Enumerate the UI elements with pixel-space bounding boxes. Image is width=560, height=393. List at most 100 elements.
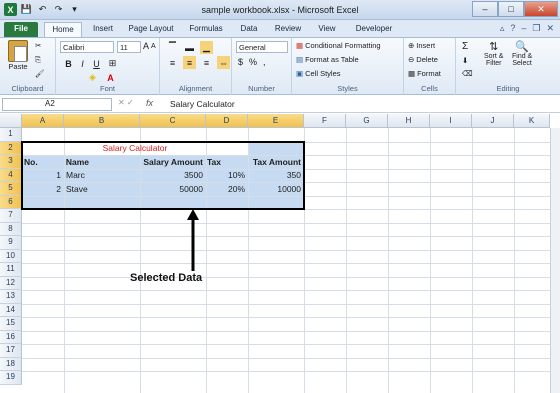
grow-font-button[interactable]: A bbox=[143, 41, 149, 51]
font-size-select[interactable]: 11 bbox=[117, 41, 141, 53]
currency-button[interactable]: $ bbox=[238, 57, 243, 67]
fill-color-icon[interactable]: ◈ bbox=[86, 71, 99, 84]
format-cells-button[interactable]: ▦ Format bbox=[408, 69, 441, 78]
fill-icon[interactable]: ⬇ bbox=[462, 56, 468, 65]
horizontal-align-buttons: ≡ ≡ ≡ ⇔ bbox=[166, 56, 230, 69]
row-header-17[interactable]: 17 bbox=[0, 344, 22, 358]
sort-label: Sort & bbox=[484, 53, 504, 60]
delete-cells-button[interactable]: ⊖ Delete bbox=[408, 55, 438, 64]
align-left-icon[interactable]: ≡ bbox=[166, 56, 179, 69]
format-cells-icon: ▦ bbox=[408, 69, 416, 78]
tab-view[interactable]: View bbox=[312, 22, 342, 37]
column-header-c[interactable]: C bbox=[140, 114, 206, 128]
comma-button[interactable]: , bbox=[263, 57, 266, 67]
tab-file[interactable]: File bbox=[4, 22, 38, 37]
percent-button[interactable]: % bbox=[249, 57, 257, 67]
paste-button[interactable]: Paste bbox=[6, 40, 30, 82]
format-as-table-button[interactable]: ▤ Format as Table bbox=[296, 55, 359, 64]
conditional-formatting-label: Conditional Formatting bbox=[305, 41, 381, 50]
font-name-select[interactable]: Calibri bbox=[60, 41, 114, 53]
row-header-4[interactable]: 4 bbox=[0, 168, 22, 182]
align-right-icon[interactable]: ≡ bbox=[200, 56, 213, 69]
select-all-corner[interactable] bbox=[0, 114, 22, 128]
format-painter-icon[interactable]: 🖌 bbox=[35, 69, 45, 78]
row-header-14[interactable]: 14 bbox=[0, 303, 22, 317]
column-header-f[interactable]: F bbox=[304, 114, 346, 128]
column-header-h[interactable]: H bbox=[388, 114, 430, 128]
row-header-13[interactable]: 13 bbox=[0, 290, 22, 304]
border-icon[interactable]: ⊞ bbox=[106, 57, 119, 70]
row-header-5[interactable]: 5 bbox=[0, 182, 22, 196]
row-header-6[interactable]: 6 bbox=[0, 195, 22, 209]
group-editing: Σ ⬇ ⌫ ⇅ Sort & Filter 🔍 Find & Select Ed… bbox=[456, 38, 560, 95]
maximize-button[interactable]: □ bbox=[498, 1, 524, 17]
tab-data[interactable]: Data bbox=[234, 22, 264, 37]
column-header-g[interactable]: G bbox=[346, 114, 388, 128]
align-center-icon[interactable]: ≡ bbox=[183, 56, 196, 69]
row-header-10[interactable]: 10 bbox=[0, 249, 22, 263]
font-color-icon[interactable]: A bbox=[104, 71, 117, 84]
find-select-button[interactable]: 🔍 Find & Select bbox=[512, 40, 532, 67]
column-header-b[interactable]: B bbox=[64, 114, 140, 128]
tab-page-layout[interactable]: Page Layout bbox=[124, 22, 178, 37]
minimize-ribbon-icon[interactable]: ▵ bbox=[500, 23, 505, 34]
copy-icon[interactable]: ⎘ bbox=[35, 55, 41, 65]
align-bottom-icon[interactable]: ▁ bbox=[200, 41, 213, 54]
align-top-icon[interactable]: ▔ bbox=[166, 41, 179, 54]
ribbon-help-controls: ▵ ? – ❐ ✕ bbox=[500, 23, 554, 34]
insert-cells-button[interactable]: ⊕ Insert bbox=[408, 41, 435, 50]
cut-icon[interactable]: ✂ bbox=[35, 41, 41, 50]
autosum-button[interactable]: Σ bbox=[462, 41, 468, 52]
column-header-k[interactable]: K bbox=[514, 114, 550, 128]
tab-insert[interactable]: Insert bbox=[86, 22, 120, 37]
cells-group-label: Cells bbox=[421, 84, 438, 93]
row-header-18[interactable]: 18 bbox=[0, 357, 22, 371]
help-icon[interactable]: ? bbox=[510, 23, 515, 34]
tab-formulas[interactable]: Formulas bbox=[184, 22, 228, 37]
workbook-minimize-icon[interactable]: – bbox=[521, 23, 526, 34]
row-header-2[interactable]: 2 bbox=[0, 141, 22, 155]
tab-review[interactable]: Review bbox=[270, 22, 306, 37]
worksheet-grid[interactable]: A B C D E F G H I J K 1 2 3 4 5 6 7 8 9 … bbox=[0, 114, 560, 393]
column-header-j[interactable]: J bbox=[472, 114, 514, 128]
number-format-select[interactable]: General bbox=[236, 41, 288, 53]
row-header-16[interactable]: 16 bbox=[0, 330, 22, 344]
row-header-7[interactable]: 7 bbox=[0, 209, 22, 223]
column-header-e[interactable]: E bbox=[248, 114, 304, 128]
group-styles: ▦ Conditional Formatting ▤ Format as Tab… bbox=[292, 38, 404, 95]
clear-icon[interactable]: ⌫ bbox=[462, 69, 473, 78]
row-header-3[interactable]: 3 bbox=[0, 155, 22, 169]
row-header-19[interactable]: 19 bbox=[0, 371, 22, 385]
workbook-restore-icon[interactable]: ❐ bbox=[532, 23, 540, 34]
column-header-d[interactable]: D bbox=[206, 114, 248, 128]
minimize-button[interactable]: – bbox=[472, 1, 498, 17]
cell-styles-button[interactable]: ▣ Cell Styles bbox=[296, 69, 341, 78]
gridline-h bbox=[22, 330, 560, 332]
row-header-8[interactable]: 8 bbox=[0, 222, 22, 236]
merge-center-icon[interactable]: ⇔ bbox=[217, 56, 230, 69]
close-button[interactable]: ✕ bbox=[524, 1, 558, 17]
row-header-11[interactable]: 11 bbox=[0, 263, 22, 277]
selection-border bbox=[21, 141, 305, 210]
row-header-9[interactable]: 9 bbox=[0, 236, 22, 250]
tab-developer[interactable]: Developer bbox=[350, 22, 398, 37]
formula-input[interactable]: Salary Calculator bbox=[170, 99, 235, 109]
column-header-i[interactable]: I bbox=[430, 114, 472, 128]
italic-button[interactable]: I bbox=[76, 57, 89, 70]
column-header-a[interactable]: A bbox=[22, 114, 64, 128]
tab-home[interactable]: Home bbox=[44, 22, 82, 37]
workbook-close-icon[interactable]: ✕ bbox=[546, 23, 554, 34]
name-box[interactable]: A2 bbox=[2, 98, 112, 111]
insert-function-button[interactable]: fx bbox=[146, 98, 153, 108]
row-header-12[interactable]: 12 bbox=[0, 276, 22, 290]
bold-button[interactable]: B bbox=[62, 57, 75, 70]
row-header-1[interactable]: 1 bbox=[0, 128, 22, 142]
sort-filter-button[interactable]: ⇅ Sort & Filter bbox=[484, 40, 503, 67]
row-header-15[interactable]: 15 bbox=[0, 317, 22, 331]
vertical-scrollbar[interactable] bbox=[550, 128, 560, 393]
underline-button[interactable]: U bbox=[90, 57, 103, 70]
conditional-formatting-button[interactable]: ▦ Conditional Formatting bbox=[296, 41, 381, 50]
shrink-font-button[interactable]: A bbox=[151, 43, 156, 50]
format-as-table-icon: ▤ bbox=[296, 55, 304, 64]
align-middle-icon[interactable]: ▬ bbox=[183, 41, 196, 54]
